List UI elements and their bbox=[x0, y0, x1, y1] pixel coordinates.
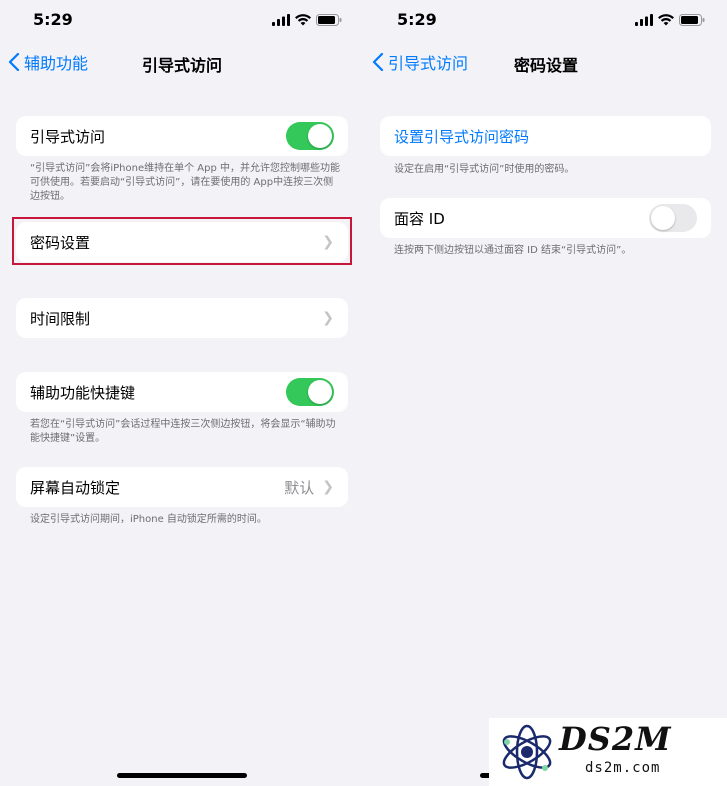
auto-lock-row[interactable]: 屏幕自动锁定 默认 ❯ bbox=[16, 467, 348, 507]
navigation-bar: 辅助功能 引导式访问 bbox=[0, 50, 364, 76]
set-passcode-footer: 设定在启用“引导式访问”时使用的密码。 bbox=[394, 164, 575, 175]
auto-lock-value: 默认 bbox=[284, 478, 315, 497]
chevron-right-icon: ❯ bbox=[322, 310, 334, 326]
battery-icon bbox=[679, 14, 705, 26]
face-id-footer: 连按两下侧边按钮以通过面容 ID 结束“引导式访问”。 bbox=[394, 245, 632, 256]
status-icons bbox=[635, 14, 705, 26]
set-passcode-button[interactable]: 设置引导式访问密码 bbox=[394, 126, 697, 147]
back-button[interactable]: 引导式访问 bbox=[372, 50, 468, 74]
watermark-domain: ds2m.com bbox=[585, 760, 661, 776]
toggle-knob bbox=[651, 206, 675, 230]
auto-lock-card: 屏幕自动锁定 默认 ❯ bbox=[16, 467, 348, 507]
status-time: 5:29 bbox=[33, 10, 73, 29]
cellular-signal-icon bbox=[272, 14, 290, 26]
back-label: 引导式访问 bbox=[388, 54, 469, 73]
time-limits-row[interactable]: 时间限制 ❯ bbox=[16, 298, 348, 338]
shortcut-card: 辅助功能快捷键 bbox=[16, 372, 348, 412]
navigation-bar: 引导式访问 密码设置 bbox=[364, 50, 727, 76]
passcode-settings-screen: 5:29 引导式访问 密码设置 设置引导式访问密码 设定在启用“引导式访问”时使… bbox=[364, 0, 727, 786]
set-passcode-card: 设置引导式访问密码 bbox=[380, 116, 711, 156]
shortcut-label: 辅助功能快捷键 bbox=[30, 383, 136, 402]
face-id-card: 面容 ID bbox=[380, 198, 711, 238]
status-time: 5:29 bbox=[397, 10, 437, 29]
page-title: 引导式访问 bbox=[142, 56, 223, 75]
face-id-row: 面容 ID bbox=[380, 198, 711, 238]
highlight-box bbox=[12, 217, 352, 265]
chevron-right-icon: ❯ bbox=[322, 479, 334, 495]
toggle-knob bbox=[308, 124, 332, 148]
status-icons bbox=[272, 14, 342, 26]
auto-lock-footer: 设定引导式访问期间，iPhone 自动锁定所需的时间。 bbox=[30, 514, 267, 525]
time-limits-label: 时间限制 bbox=[30, 309, 91, 328]
wifi-icon bbox=[295, 14, 311, 26]
face-id-toggle[interactable] bbox=[649, 204, 697, 232]
shortcut-row: 辅助功能快捷键 bbox=[16, 372, 348, 412]
set-passcode-row[interactable]: 设置引导式访问密码 bbox=[380, 116, 711, 156]
back-button[interactable]: 辅助功能 bbox=[8, 50, 88, 74]
guided-access-row: 引导式访问 bbox=[16, 116, 348, 156]
time-limits-card: 时间限制 ❯ bbox=[16, 298, 348, 338]
face-id-label: 面容 ID bbox=[394, 209, 445, 228]
wifi-icon bbox=[658, 14, 674, 26]
watermark-logo-text: DS2M bbox=[559, 720, 672, 758]
guided-access-footer: “引导式访问”会将iPhone维持在单个 App 中，并允许您控制哪些功能可供使… bbox=[30, 163, 341, 202]
watermark: DS2M ds2m.com bbox=[489, 718, 727, 786]
page-title: 密码设置 bbox=[514, 56, 579, 75]
cellular-signal-icon bbox=[635, 14, 653, 26]
auto-lock-label: 屏幕自动锁定 bbox=[30, 478, 121, 497]
battery-icon bbox=[316, 14, 342, 26]
home-indicator[interactable] bbox=[117, 773, 247, 778]
guided-access-screen: 5:29 辅助功能 引导式访问 引导式访问 “引导式访问”会将iPhone维持在… bbox=[0, 0, 364, 786]
guided-access-card: 引导式访问 bbox=[16, 116, 348, 156]
guided-access-toggle[interactable] bbox=[286, 122, 334, 150]
guided-access-label: 引导式访问 bbox=[30, 127, 106, 146]
back-label: 辅助功能 bbox=[24, 54, 89, 73]
status-bar: 5:29 bbox=[0, 10, 364, 32]
chevron-left-icon bbox=[8, 53, 20, 71]
toggle-knob bbox=[308, 380, 332, 404]
atom-logo-icon bbox=[502, 724, 552, 780]
shortcut-footer: 若您在“引导式访问”会话过程中连按三次侧边按钮，将会显示“辅助功能快捷键”设置。 bbox=[30, 419, 336, 444]
shortcut-toggle[interactable] bbox=[286, 378, 334, 406]
chevron-left-icon bbox=[372, 53, 384, 71]
status-bar: 5:29 bbox=[364, 10, 727, 32]
